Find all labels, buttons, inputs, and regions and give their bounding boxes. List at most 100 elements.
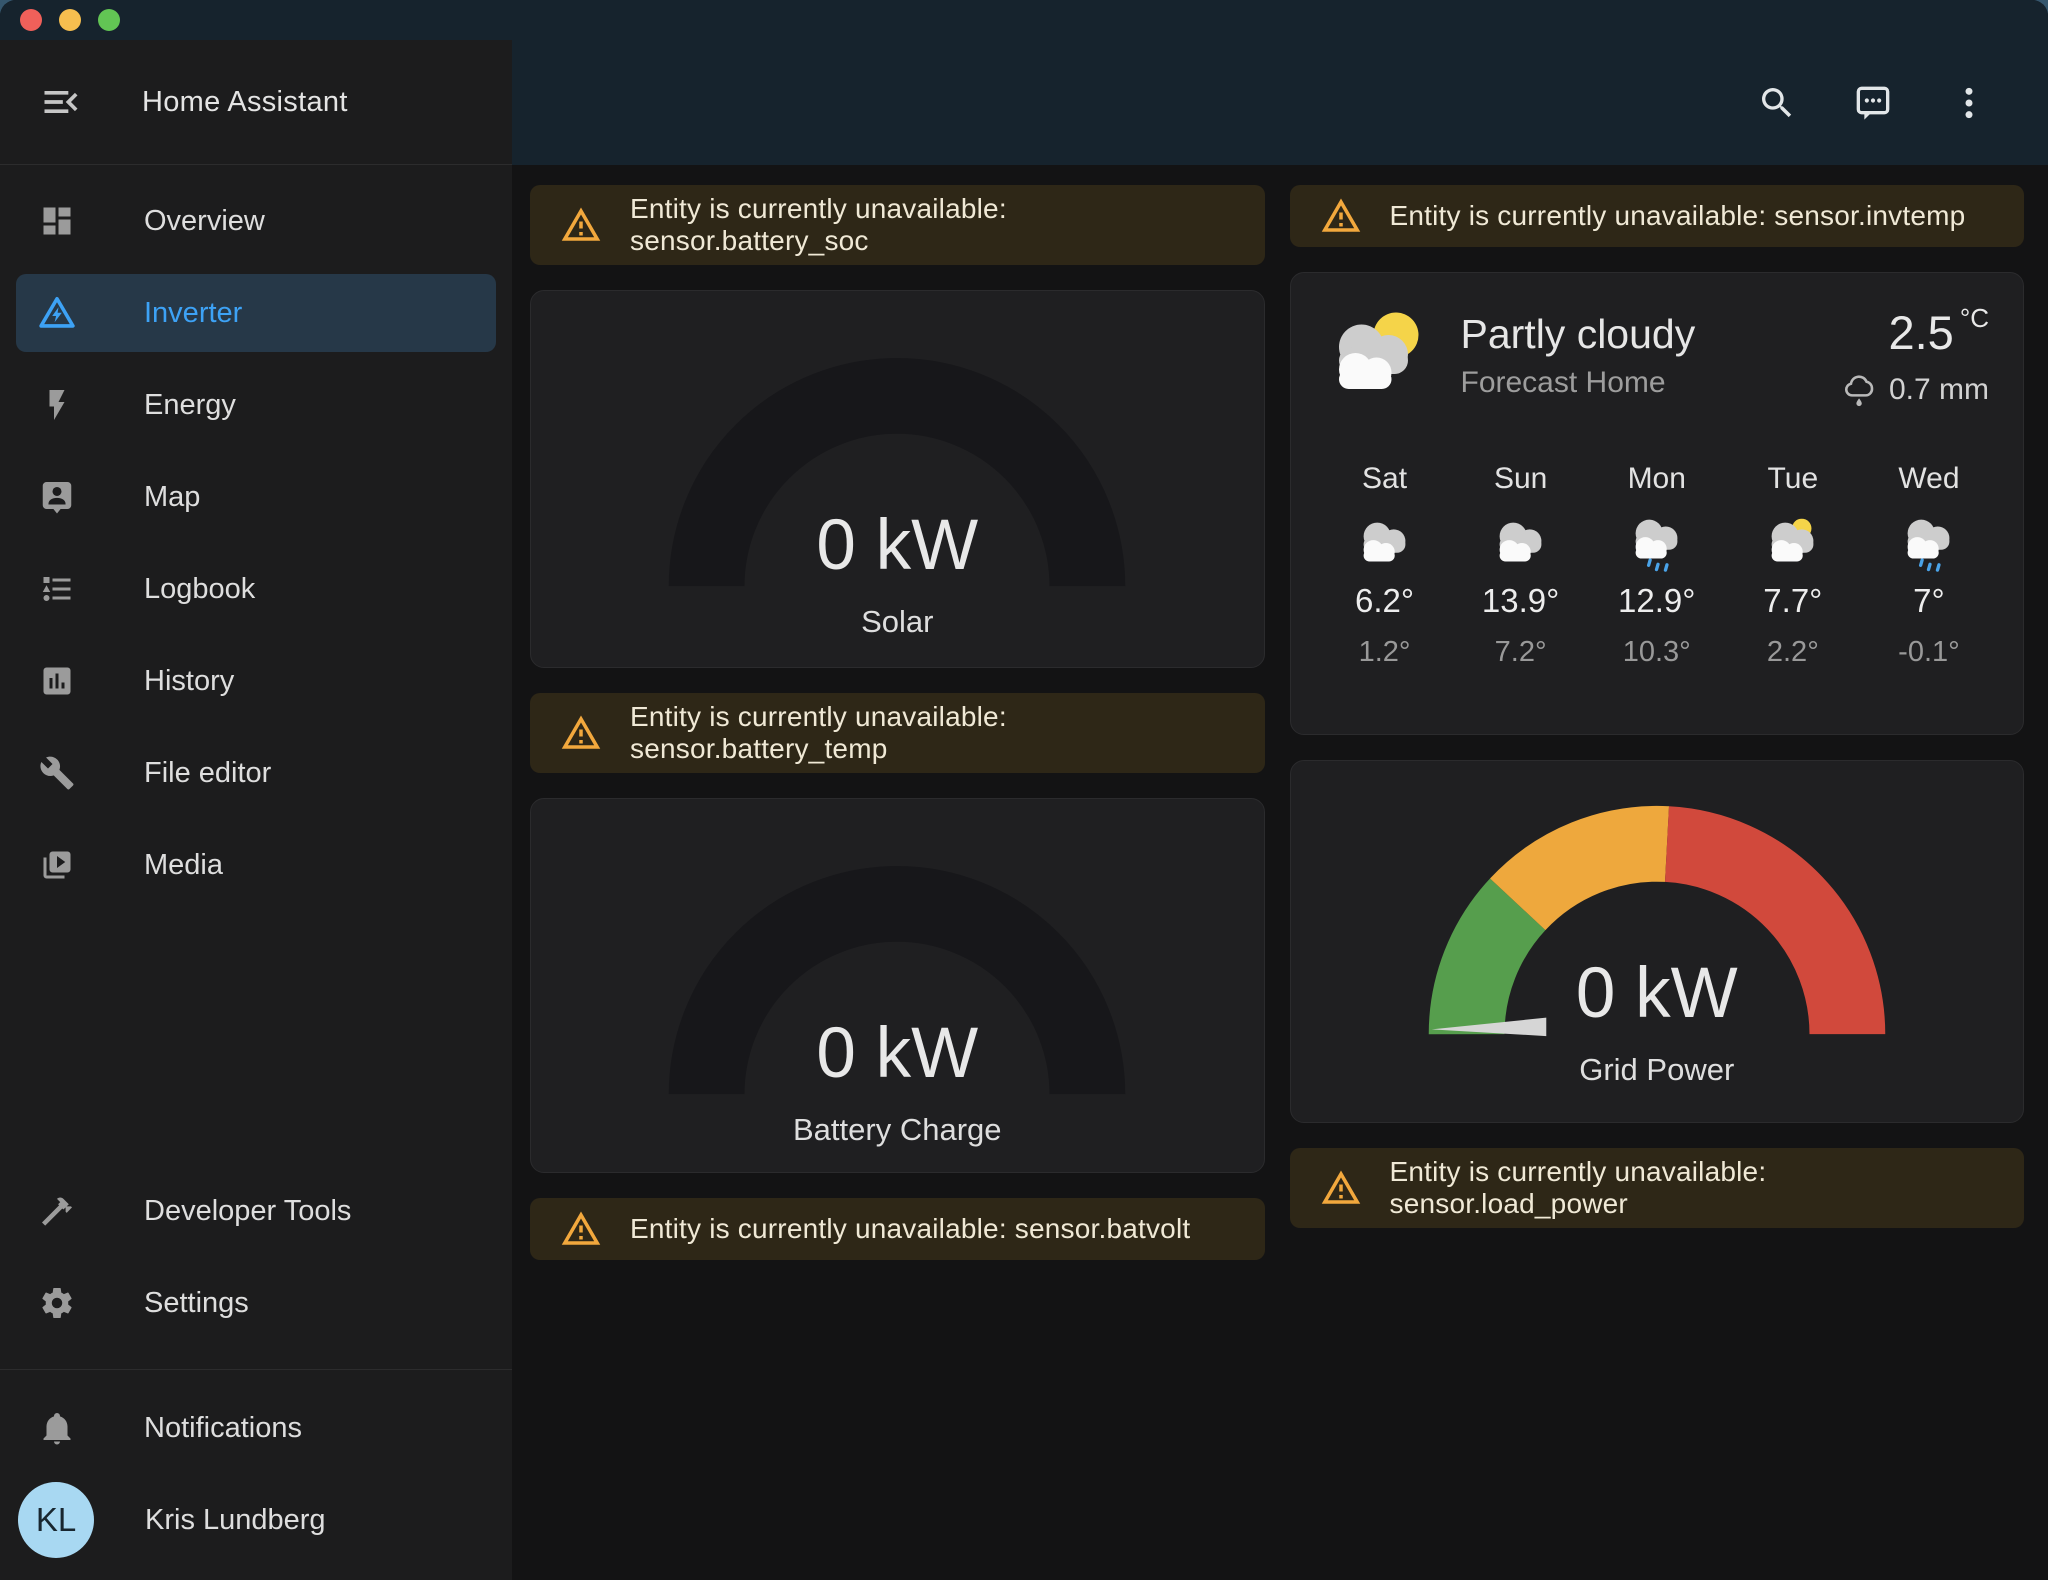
close-window-button[interactable] xyxy=(20,9,42,31)
dashboard-content: Entity is currently unavailable: sensor.… xyxy=(512,165,2048,1580)
forecast-low: 10.3° xyxy=(1589,636,1725,669)
sidebar-item-inverter[interactable]: Inverter xyxy=(16,274,496,352)
sidebar-item-label: File editor xyxy=(144,757,271,790)
warning-text: Entity is currently unavailable: sensor.… xyxy=(630,701,1235,765)
partly-cloudy-icon xyxy=(1758,512,1828,574)
logbook-list-icon xyxy=(38,570,76,608)
grid-power-gauge: 0 kW xyxy=(1420,803,1894,1040)
avatar: KL xyxy=(18,1482,94,1558)
sidebar-item-label: Developer Tools xyxy=(144,1195,351,1228)
hammer-icon xyxy=(38,1192,76,1230)
precipitation-value: 0.7 mm xyxy=(1889,373,1989,407)
sidebar-item-label: Energy xyxy=(144,389,236,422)
sidebar-item-developer-tools[interactable]: Developer Tools xyxy=(16,1172,496,1250)
sidebar-item-overview[interactable]: Overview xyxy=(16,182,496,260)
forecast-high: 6.2° xyxy=(1317,582,1453,620)
sidebar-item-notifications[interactable]: Notifications xyxy=(16,1389,496,1467)
forecast-low: 7.2° xyxy=(1453,636,1589,669)
more-menu-icon[interactable] xyxy=(1948,82,1990,124)
sidebar-item-label: Overview xyxy=(144,205,265,238)
minimize-window-button[interactable] xyxy=(59,9,81,31)
rainy-icon xyxy=(1622,512,1692,574)
menu-open-icon[interactable] xyxy=(38,79,84,125)
battery-gauge: 0 kW xyxy=(660,863,1134,1100)
play-box-icon xyxy=(38,846,76,884)
forecast-day-sun: Sun 13.9° 7.2° xyxy=(1453,462,1589,669)
forecast-day-tue: Tue 7.7° 2.2° xyxy=(1725,462,1861,669)
gear-icon xyxy=(38,1284,76,1322)
lightning-bolt-icon xyxy=(38,386,76,424)
sidebar-item-energy[interactable]: Energy xyxy=(16,366,496,444)
partly-cloudy-icon xyxy=(1321,305,1435,407)
alert-bolt-icon xyxy=(38,294,76,332)
forecast-day-label: Tue xyxy=(1725,462,1861,496)
warning-banner-load-power: Entity is currently unavailable: sensor.… xyxy=(1290,1148,2025,1228)
alert-triangle-icon xyxy=(1320,1167,1362,1209)
alert-triangle-icon xyxy=(560,712,602,754)
warning-text: Entity is currently unavailable: sensor.… xyxy=(630,1213,1190,1245)
battery-gauge-value: 0 kW xyxy=(660,1013,1134,1094)
forecast-day-label: Sun xyxy=(1453,462,1589,496)
search-icon[interactable] xyxy=(1756,82,1798,124)
sidebar-nav: Overview Inverter Energy Map xyxy=(0,165,512,911)
sidebar-item-label: Notifications xyxy=(144,1412,302,1445)
cloudy-icon xyxy=(1350,512,1420,574)
weather-forecast-card[interactable]: Partly cloudy Forecast Home 2.5°C 0.7 mm xyxy=(1290,272,2025,735)
sidebar-spacer xyxy=(0,911,512,1155)
sidebar-item-logbook[interactable]: Logbook xyxy=(16,550,496,628)
view-dashboard-icon xyxy=(38,202,76,240)
warning-text: Entity is currently unavailable: sensor.… xyxy=(630,193,1235,257)
wrench-icon xyxy=(38,754,76,792)
app-title: Home Assistant xyxy=(142,86,348,119)
left-column: Entity is currently unavailable: sensor.… xyxy=(530,185,1265,1260)
weather-temperature-unit: °C xyxy=(1960,303,1989,333)
sidebar-item-history[interactable]: History xyxy=(16,642,496,720)
bell-icon xyxy=(38,1409,76,1447)
alert-triangle-icon xyxy=(560,204,602,246)
warning-text: Entity is currently unavailable: sensor.… xyxy=(1390,200,1966,232)
forecast-day-label: Sat xyxy=(1317,462,1453,496)
macos-titlebar xyxy=(0,0,2048,40)
app-window: Home Assistant Overview Inverter Energy xyxy=(0,0,2048,1580)
rainy-icon xyxy=(1894,512,1964,574)
weather-temperature: 2.5 xyxy=(1888,306,1953,359)
forecast-low: 1.2° xyxy=(1317,636,1453,669)
forecast-day-label: Wed xyxy=(1861,462,1997,496)
sidebar-item-file-editor[interactable]: File editor xyxy=(16,734,496,812)
battery-gauge-card[interactable]: 0 kW Battery Charge xyxy=(530,798,1265,1173)
sidebar-item-label: Inverter xyxy=(144,297,242,330)
sidebar-item-map[interactable]: Map xyxy=(16,458,496,536)
grid-gauge-label: Grid Power xyxy=(1291,1052,2024,1088)
solar-gauge-value: 0 kW xyxy=(660,505,1134,586)
precipitation-icon xyxy=(1843,372,1879,408)
forecast-row: Sat 6.2° 1.2° Sun xyxy=(1291,462,2024,669)
forecast-low: -0.1° xyxy=(1861,636,1997,669)
weather-subtitle: Forecast Home xyxy=(1461,366,1696,400)
main-area: Entity is currently unavailable: sensor.… xyxy=(512,40,2048,1580)
chart-box-icon xyxy=(38,662,76,700)
weather-condition: Partly cloudy xyxy=(1461,311,1696,358)
forecast-high: 12.9° xyxy=(1589,582,1725,620)
warning-banner-battery-temp: Entity is currently unavailable: sensor.… xyxy=(530,693,1265,773)
warning-banner-invtemp: Entity is currently unavailable: sensor.… xyxy=(1290,185,2025,247)
sidebar-item-label: Map xyxy=(144,481,200,514)
sidebar-item-settings[interactable]: Settings xyxy=(16,1264,496,1342)
account-marker-icon xyxy=(38,478,76,516)
assist-chat-icon[interactable] xyxy=(1852,82,1894,124)
cloudy-icon xyxy=(1486,512,1556,574)
sidebar-item-user-profile[interactable]: KL Kris Lundberg xyxy=(16,1481,496,1559)
solar-gauge-card[interactable]: 0 kW Solar xyxy=(530,290,1265,668)
user-name: Kris Lundberg xyxy=(145,1504,326,1537)
sidebar-divider xyxy=(0,1369,512,1370)
alert-triangle-icon xyxy=(1320,195,1362,237)
forecast-high: 7° xyxy=(1861,582,1997,620)
warning-banner-batvolt: Entity is currently unavailable: sensor.… xyxy=(530,1198,1265,1260)
grid-power-gauge-card[interactable]: 0 kW Grid Power xyxy=(1290,760,2025,1123)
sidebar-item-media[interactable]: Media xyxy=(16,826,496,904)
alert-triangle-icon xyxy=(560,1208,602,1250)
grid-gauge-value: 0 kW xyxy=(1420,953,1894,1034)
zoom-window-button[interactable] xyxy=(98,9,120,31)
forecast-day-label: Mon xyxy=(1589,462,1725,496)
warning-text: Entity is currently unavailable: sensor.… xyxy=(1390,1156,1995,1220)
sidebar: Home Assistant Overview Inverter Energy xyxy=(0,40,512,1580)
